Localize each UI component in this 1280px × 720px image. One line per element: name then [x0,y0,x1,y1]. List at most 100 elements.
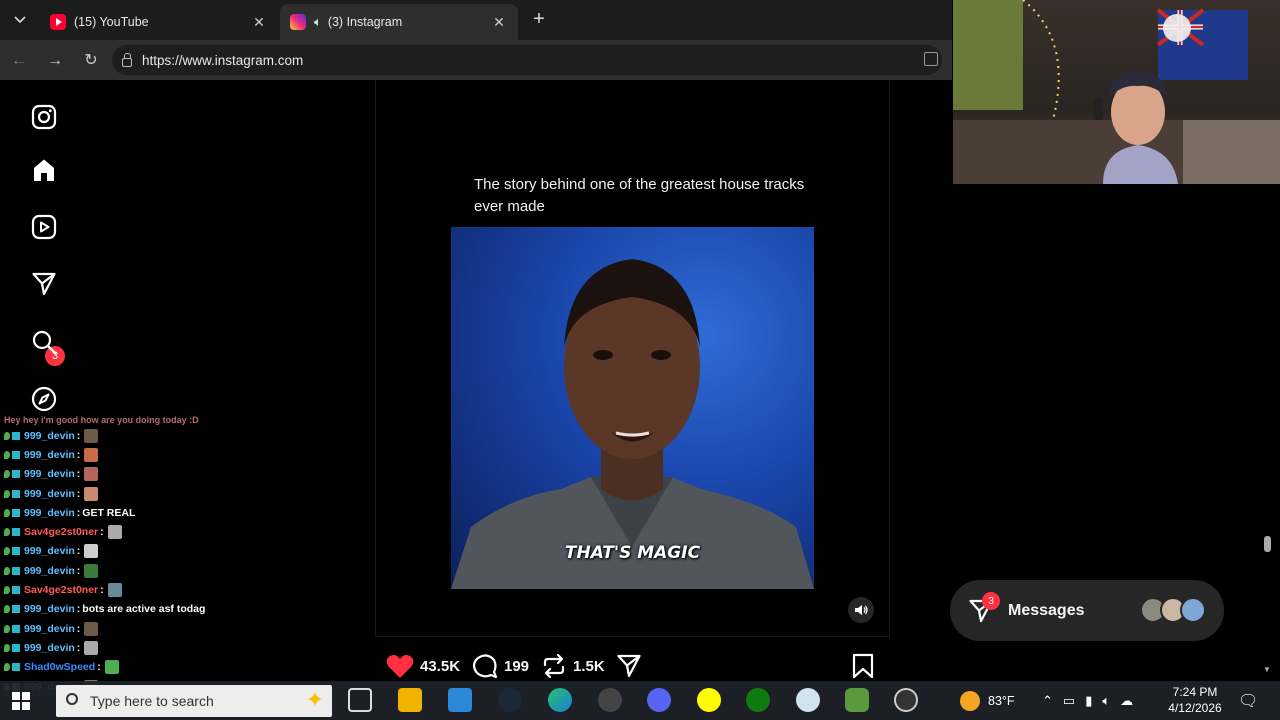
save-button[interactable] [852,652,880,680]
taskbar-clock[interactable]: 7:24 PM 4/12/2026 [1162,684,1228,716]
address-bar-row: ← → ↻ https://www.instagram.com [0,40,952,80]
url-field[interactable]: https://www.instagram.com [112,45,942,75]
chat-line: 999_devin : [0,542,300,561]
snapchat-icon[interactable] [697,688,721,712]
sparkle-icon: ✦ [305,687,324,712]
weather-widget[interactable]: 83°F [960,681,1015,720]
tab-title: (15) YouTube [74,15,149,29]
chat-badge-icon [4,470,10,479]
chat-username[interactable]: 999_devin [24,488,75,500]
chat-username[interactable]: Shad0wSpeed [24,661,95,673]
chat-line: Sav4ge2st0ner : [0,522,300,541]
file-explorer-icon[interactable] [398,688,422,712]
taskbar-search-box[interactable]: Type here to search ✦ [56,685,332,717]
message-avatars [1140,597,1206,623]
close-tab-icon[interactable]: ✕ [250,14,268,31]
speaker-icon[interactable]: 🔈︎ [314,14,322,30]
home-icon[interactable] [30,156,58,184]
tray-device-icon[interactable]: ▭ [1063,693,1075,709]
search-placeholder: Type here to search [90,693,214,709]
app-icon[interactable] [796,688,820,712]
search-icon[interactable] [30,328,58,356]
chat-badge-icon [12,470,20,479]
chat-lines: 999_devin :999_devin :999_devin :999_dev… [0,426,300,696]
chat-emote [84,467,99,482]
chat-separator: : [76,429,81,442]
chat-separator: : [100,584,104,597]
chat-username[interactable]: 999_devin [24,603,75,615]
reload-icon[interactable]: ↻ [80,50,102,72]
share-button[interactable] [616,652,648,680]
chat-line: Shad0wSpeed : [0,658,300,677]
chat-badge-icon [4,624,10,633]
repost-button[interactable]: 1.5K [541,652,605,680]
chat-username[interactable]: 999_devin [24,507,75,519]
chat-line: 999_devin : [0,465,300,484]
instagram-icon [290,14,306,30]
weather-sun-icon [960,690,980,711]
messages-label: Messages [1008,601,1085,619]
task-view-icon[interactable] [348,688,372,712]
scroll-down-arrow-icon[interactable]: ▼ [1263,665,1271,674]
apps-icon[interactable] [924,52,938,66]
obs-icon[interactable] [598,688,622,712]
forward-arrow-icon[interactable]: → [44,50,66,72]
start-windows-icon[interactable] [12,692,30,710]
tray-chevron-up-icon[interactable]: ⌃ [1042,693,1053,709]
reel-video[interactable]: THAT'S MAGIC [451,227,814,589]
recording-icon[interactable] [894,688,918,712]
chat-badge-icon [12,431,20,440]
chat-separator: : [97,661,101,674]
chat-badge-icon [4,528,10,537]
chat-username[interactable]: Sav4ge2st0ner [24,584,98,596]
chat-message: GET REAL [82,506,136,519]
messages-button[interactable]: 3 Messages [950,580,1224,641]
chess-icon[interactable] [845,688,869,712]
chat-badge-icon [4,663,10,672]
back-arrow-icon[interactable]: ← [8,50,30,72]
chat-message: bots are active asf todag [82,603,206,616]
chat-line: 999_devin : [0,445,300,464]
chat-emote [84,621,99,636]
new-tab-plus-icon[interactable]: + [528,8,550,31]
tray-volume-icon[interactable]: 🔈︎ [1102,693,1110,709]
scroll-thumb[interactable] [1264,536,1271,552]
close-tab-icon[interactable]: ✕ [490,14,508,31]
audio-toggle-icon[interactable] [848,597,874,623]
edge-icon[interactable] [548,688,572,712]
discord-icon[interactable] [647,688,671,712]
like-button[interactable]: 43.5K [386,652,460,680]
tray-battery-icon[interactable]: ▮ [1085,693,1092,709]
tray-network-icon[interactable]: ☁︎ [1120,693,1133,709]
post-caption: The story behind one of the greatest hou… [474,176,805,215]
direct-messages-icon[interactable] [30,270,58,298]
steam-icon[interactable] [498,688,522,712]
page-scrollbar[interactable]: ▼ [1262,184,1272,674]
chat-username[interactable]: 999_devin [24,449,75,461]
chat-separator: : [76,603,81,616]
chat-username[interactable]: 999_devin [24,623,75,635]
chat-line: 999_devin : bots are active asf todag [0,600,300,619]
chat-username[interactable]: 999_devin [24,545,75,557]
instagram-logo-icon[interactable] [30,103,58,131]
chat-badge-icon [4,605,10,614]
chat-separator: : [76,622,81,635]
chat-username[interactable]: 999_devin [24,642,75,654]
comment-button[interactable]: 199 [472,652,529,680]
comment-count: 199 [504,657,530,675]
chat-username[interactable]: 999_devin [24,565,75,577]
explore-icon[interactable] [30,385,58,413]
chat-username[interactable]: 999_devin [24,468,75,480]
like-count: 43.5K [420,657,461,675]
tab-list-chevron-icon[interactable] [6,8,34,32]
tab-youtube[interactable]: (15) YouTube ✕ [40,4,278,40]
chat-emote [84,447,99,462]
notifications-icon[interactable]: 🗨︎ [1238,681,1258,720]
chat-username[interactable]: 999_devin [24,430,75,442]
chat-line: 999_devin : [0,619,300,638]
reels-icon[interactable] [30,213,58,241]
chat-username[interactable]: Sav4ge2st0ner [24,526,98,538]
store-icon[interactable] [448,688,472,712]
xbox-icon[interactable] [746,688,770,712]
tab-instagram[interactable]: 🔈︎ (3) Instagram ✕ [280,4,518,40]
